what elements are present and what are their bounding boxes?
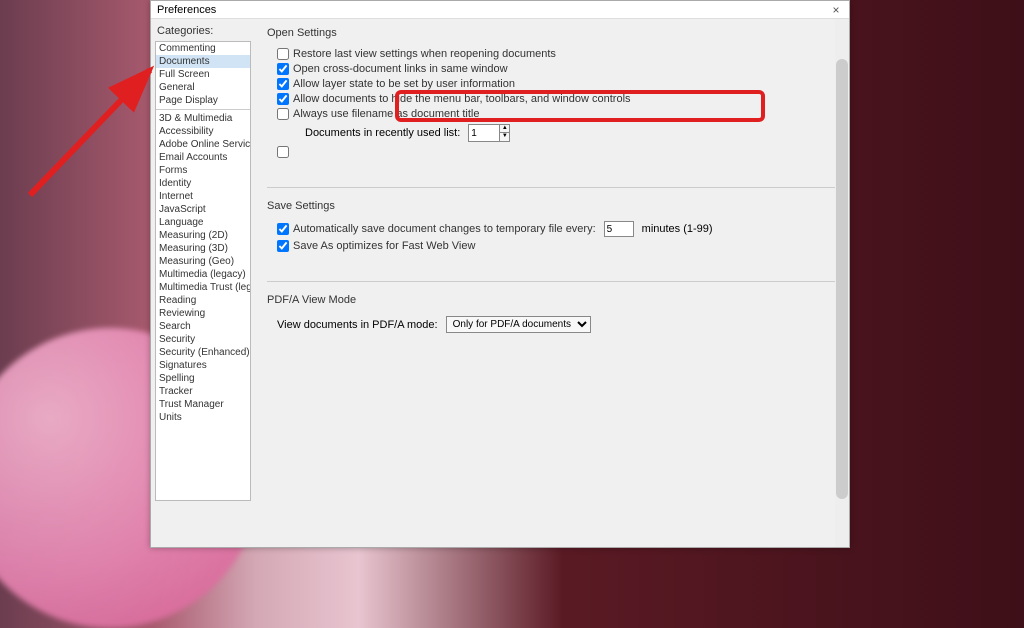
pdfa-label: View documents in PDF/A mode: [277,319,438,331]
cat-security-enhanced[interactable]: Security (Enhanced) [156,346,250,359]
extra-open-checkbox[interactable] [277,146,289,158]
pdfa-section: View documents in PDF/A mode: Only for P… [267,310,837,343]
cat-internet[interactable]: Internet [156,190,250,203]
cat-signatures[interactable]: Signatures [156,359,250,372]
pdfa-select[interactable]: Only for PDF/A documents [446,316,591,333]
auto-save-label: Automatically save document changes to t… [293,223,596,235]
cat-email-accounts[interactable]: Email Accounts [156,151,250,164]
recent-list-input[interactable] [469,125,499,141]
content-panel: Open Settings Restore last view settings… [255,19,849,547]
sidebar: Categories: Commenting Documents Full Sc… [151,19,255,547]
cat-full-screen[interactable]: Full Screen [156,68,250,81]
dialog-title-text: Preferences [157,4,216,16]
hide-menu-label: Allow documents to hide the menu bar, to… [293,93,631,105]
cat-reading[interactable]: Reading [156,294,250,307]
restore-last-label: Restore last view settings when reopenin… [293,48,556,60]
layer-state-checkbox[interactable] [277,78,289,90]
cat-identity[interactable]: Identity [156,177,250,190]
category-list[interactable]: Commenting Documents Full Screen General… [155,41,251,501]
cat-search[interactable]: Search [156,320,250,333]
cross-doc-label: Open cross-document links in same window [293,63,508,75]
open-settings-section: Restore last view settings when reopenin… [267,43,837,171]
restore-last-checkbox[interactable] [277,48,289,60]
layer-state-label: Allow layer state to be set by user info… [293,78,515,90]
cat-commenting[interactable]: Commenting [156,42,250,55]
divider-1 [267,187,837,188]
filename-title-checkbox[interactable] [277,108,289,120]
cat-general[interactable]: General [156,81,250,94]
hide-menu-checkbox[interactable] [277,93,289,105]
dialog-body: Categories: Commenting Documents Full Sc… [151,19,849,547]
recent-list-label: Documents in recently used list: [305,127,460,139]
recent-spinner[interactable]: ▲ ▼ [468,124,510,142]
filename-title-label: Always use filename as document title [293,108,479,120]
spinner-up-icon[interactable]: ▲ [499,125,509,133]
cat-javascript[interactable]: JavaScript [156,203,250,216]
divider-2 [267,281,837,282]
cat-adobe-online[interactable]: Adobe Online Services [156,138,250,151]
cross-doc-checkbox[interactable] [277,63,289,75]
cat-language[interactable]: Language [156,216,250,229]
save-settings-title: Save Settings [267,200,837,212]
spinner-down-icon[interactable]: ▼ [499,133,509,141]
cat-measuring-geo[interactable]: Measuring (Geo) [156,255,250,268]
content-scrollbar[interactable] [835,19,849,547]
cat-security[interactable]: Security [156,333,250,346]
fast-web-checkbox[interactable] [277,240,289,252]
cat-page-display[interactable]: Page Display [156,94,250,107]
category-separator [156,109,250,110]
open-settings-title: Open Settings [267,27,837,39]
cat-spelling[interactable]: Spelling [156,372,250,385]
cat-units[interactable]: Units [156,411,250,424]
fast-web-label: Save As optimizes for Fast Web View [293,240,475,252]
cat-tracker[interactable]: Tracker [156,385,250,398]
cat-multimedia-trust[interactable]: Multimedia Trust (legacy) [156,281,250,294]
scrollbar-thumb[interactable] [836,59,848,499]
dialog-titlebar: Preferences × [151,1,849,19]
auto-save-suffix: minutes (1-99) [642,223,713,235]
auto-save-input[interactable] [604,221,634,237]
close-icon[interactable]: × [829,3,843,17]
auto-save-checkbox[interactable] [277,223,289,235]
cat-forms[interactable]: Forms [156,164,250,177]
categories-label: Categories: [155,25,251,37]
cat-measuring-3d[interactable]: Measuring (3D) [156,242,250,255]
preferences-dialog: Preferences × Categories: Commenting Doc… [150,0,850,548]
annotation-arrow-icon [0,35,170,205]
save-settings-section: Automatically save document changes to t… [267,216,837,265]
cat-reviewing[interactable]: Reviewing [156,307,250,320]
cat-3d-multimedia[interactable]: 3D & Multimedia [156,112,250,125]
cat-accessibility[interactable]: Accessibility [156,125,250,138]
pdfa-title: PDF/A View Mode [267,294,837,306]
cat-documents[interactable]: Documents [156,55,250,68]
cat-multimedia-legacy[interactable]: Multimedia (legacy) [156,268,250,281]
cat-measuring-2d[interactable]: Measuring (2D) [156,229,250,242]
cat-trust-manager[interactable]: Trust Manager [156,398,250,411]
